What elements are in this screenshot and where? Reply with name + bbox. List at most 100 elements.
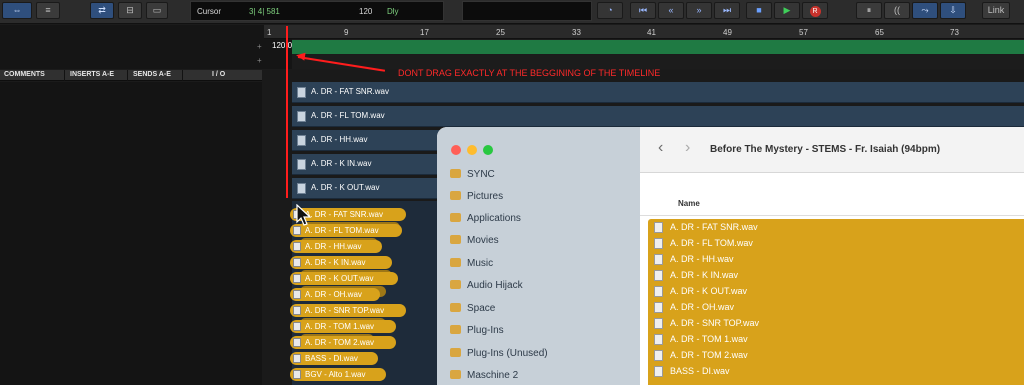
stop-button[interactable]: ■ bbox=[746, 2, 772, 19]
list-item[interactable]: A. DR - FAT SNR.wav bbox=[648, 219, 1024, 235]
finder-window: SYNC Pictures Applications Movies Music … bbox=[437, 127, 1024, 385]
file-icon bbox=[293, 354, 301, 363]
record-button[interactable]: R bbox=[802, 2, 828, 19]
drag-ghost-item: A. DR - TOM 1.wav bbox=[290, 320, 396, 333]
list-item[interactable]: A. DR - HH.wav bbox=[648, 251, 1024, 267]
wav-file-icon bbox=[654, 366, 663, 377]
zoom-window-icon[interactable] bbox=[483, 145, 493, 155]
wav-file-icon bbox=[654, 350, 663, 361]
folder-icon bbox=[450, 303, 461, 312]
click-button[interactable]: ⇩ bbox=[940, 2, 966, 19]
add-tempo-icon[interactable]: + bbox=[257, 42, 262, 51]
fast-forward-button[interactable]: » bbox=[686, 2, 712, 19]
list-item[interactable]: A. DR - OH.wav bbox=[648, 299, 1024, 315]
column-inserts[interactable]: INSERTS A-E bbox=[70, 71, 114, 78]
loop-playback-button[interactable]: ⤳ bbox=[912, 2, 938, 19]
midi-merge-button[interactable]: (( bbox=[884, 2, 910, 19]
file-icon bbox=[293, 226, 301, 235]
wav-file-icon bbox=[654, 334, 663, 345]
window-title: Before The Mystery - STEMS - Fr. Isaiah … bbox=[710, 144, 941, 155]
mouse-pointer-icon bbox=[296, 204, 312, 226]
link-button[interactable]: Link bbox=[982, 2, 1010, 19]
list-item[interactable]: A. DR - FL TOM.wav bbox=[648, 235, 1024, 251]
list-item[interactable]: A. DR - SNR TOP.wav bbox=[648, 315, 1024, 331]
file-list: A. DR - FAT SNR.wav A. DR - FL TOM.wav A… bbox=[648, 219, 1024, 385]
file-icon bbox=[293, 338, 301, 347]
toolbar: ⇔ ≡ ⇄ ⊟ ▭ Cursor 3| 4| 581 120 Dly ◔ ⏮ «… bbox=[0, 0, 1024, 24]
bar-number: 41 bbox=[647, 28, 656, 37]
close-window-icon[interactable] bbox=[451, 145, 461, 155]
finder-titlebar: ‹ › Before The Mystery - STEMS - Fr. Isa… bbox=[640, 127, 1024, 173]
forward-button[interactable]: › bbox=[685, 139, 690, 157]
sidebar-item-sync[interactable]: SYNC bbox=[450, 169, 495, 186]
drag-ghost-item: A. DR - SNR TOP.wav bbox=[290, 304, 406, 317]
minimize-window-icon[interactable] bbox=[467, 145, 477, 155]
file-icon bbox=[293, 322, 301, 331]
play-button[interactable]: ▶ bbox=[774, 2, 800, 19]
selection-counter bbox=[462, 1, 592, 21]
finder-content: ‹ › Before The Mystery - STEMS - Fr. Isa… bbox=[640, 127, 1024, 385]
cursor-value: 3| 4| 581 bbox=[249, 7, 280, 16]
tab-to-transient-button[interactable]: ≡ bbox=[36, 2, 60, 19]
pause-button[interactable]: ⏸ bbox=[856, 2, 882, 19]
return-to-zero-button[interactable]: ⏮ bbox=[630, 2, 656, 19]
add-marker-icon[interactable]: + bbox=[257, 56, 262, 65]
audio-clip[interactable]: A. DR - FL TOM.wav bbox=[292, 106, 1024, 127]
wav-file-icon bbox=[654, 270, 663, 281]
bar-number: 17 bbox=[420, 28, 429, 37]
dly-label[interactable]: Dly bbox=[387, 7, 399, 16]
drag-ghost-item: A. DR - OH.wav bbox=[290, 288, 380, 301]
column-io[interactable]: I / O bbox=[212, 71, 225, 78]
list-item[interactable]: A. DR - K IN.wav bbox=[648, 267, 1024, 283]
sidebar-item-plug-ins[interactable]: Plug-Ins bbox=[450, 325, 504, 342]
audio-clip[interactable]: A. DR - FAT SNR.wav bbox=[292, 82, 1024, 103]
mirror-edit-button[interactable]: ⊟ bbox=[118, 2, 142, 19]
back-button[interactable]: ‹ bbox=[658, 139, 663, 157]
zoom-toggle-button[interactable]: ⇔ bbox=[2, 2, 32, 19]
go-to-end-button[interactable]: ⏭ bbox=[714, 2, 740, 19]
sidebar-item-space[interactable]: Space bbox=[450, 303, 495, 320]
sidebar-item-audio-hijack[interactable]: Audio Hijack bbox=[450, 280, 523, 297]
music-icon bbox=[450, 258, 461, 267]
window-button[interactable]: ▭ bbox=[146, 2, 168, 19]
bar-number: 25 bbox=[496, 28, 505, 37]
sidebar-item-pictures[interactable]: Pictures bbox=[450, 191, 503, 208]
list-item[interactable]: A. DR - K OUT.wav bbox=[648, 283, 1024, 299]
movies-icon bbox=[450, 235, 461, 244]
list-item[interactable]: A. DR - TOM 1.wav bbox=[648, 331, 1024, 347]
sidebar-item-applications[interactable]: Applications bbox=[450, 213, 521, 230]
sidebar-item-movies[interactable]: Movies bbox=[450, 235, 499, 252]
file-icon bbox=[293, 258, 301, 267]
folder-icon bbox=[450, 325, 461, 334]
list-item[interactable]: BASS - DI.wav bbox=[648, 363, 1024, 379]
sidebar-item-maschine-2[interactable]: Maschine 2 bbox=[450, 370, 518, 385]
audio-file-icon bbox=[297, 159, 306, 170]
finder-sidebar: SYNC Pictures Applications Movies Music … bbox=[437, 127, 640, 385]
column-comments[interactable]: COMMENTS bbox=[4, 71, 45, 78]
file-icon bbox=[293, 306, 301, 315]
ruler-left-area bbox=[0, 25, 292, 69]
track-controls-panel bbox=[0, 82, 262, 385]
bar-number: 33 bbox=[572, 28, 581, 37]
drag-ghost-item: A. DR - K OUT.wav bbox=[290, 272, 398, 285]
cursor-label: Cursor bbox=[197, 7, 222, 16]
link-timeline-button[interactable]: ⇄ bbox=[90, 2, 114, 19]
wav-file-icon bbox=[654, 318, 663, 329]
annotation-arrowhead bbox=[295, 51, 306, 61]
marker-ruler[interactable] bbox=[292, 55, 1024, 69]
wav-file-icon bbox=[654, 222, 663, 233]
applications-icon bbox=[450, 213, 461, 222]
annotation-text: DONT DRAG EXACTLY AT THE BEGGINING OF TH… bbox=[398, 68, 661, 78]
online-button[interactable]: ◔ bbox=[597, 2, 623, 19]
column-sends[interactable]: SENDS A-E bbox=[133, 71, 171, 78]
bars-beats-ruler[interactable]: 1 9 17 25 33 41 49 57 65 73 bbox=[264, 25, 1024, 39]
sidebar-item-music[interactable]: Music bbox=[450, 258, 493, 275]
tempo-marker[interactable]: 120.0 bbox=[272, 41, 292, 50]
name-column-header[interactable]: Name bbox=[678, 199, 700, 208]
bar-number: 57 bbox=[799, 28, 808, 37]
rewind-button[interactable]: « bbox=[658, 2, 684, 19]
tempo-ruler[interactable] bbox=[292, 40, 1024, 54]
list-item[interactable]: A. DR - TOM 2.wav bbox=[648, 347, 1024, 363]
sidebar-item-plug-ins-unused[interactable]: Plug-Ins (Unused) bbox=[450, 348, 548, 365]
audio-file-icon bbox=[297, 183, 306, 194]
